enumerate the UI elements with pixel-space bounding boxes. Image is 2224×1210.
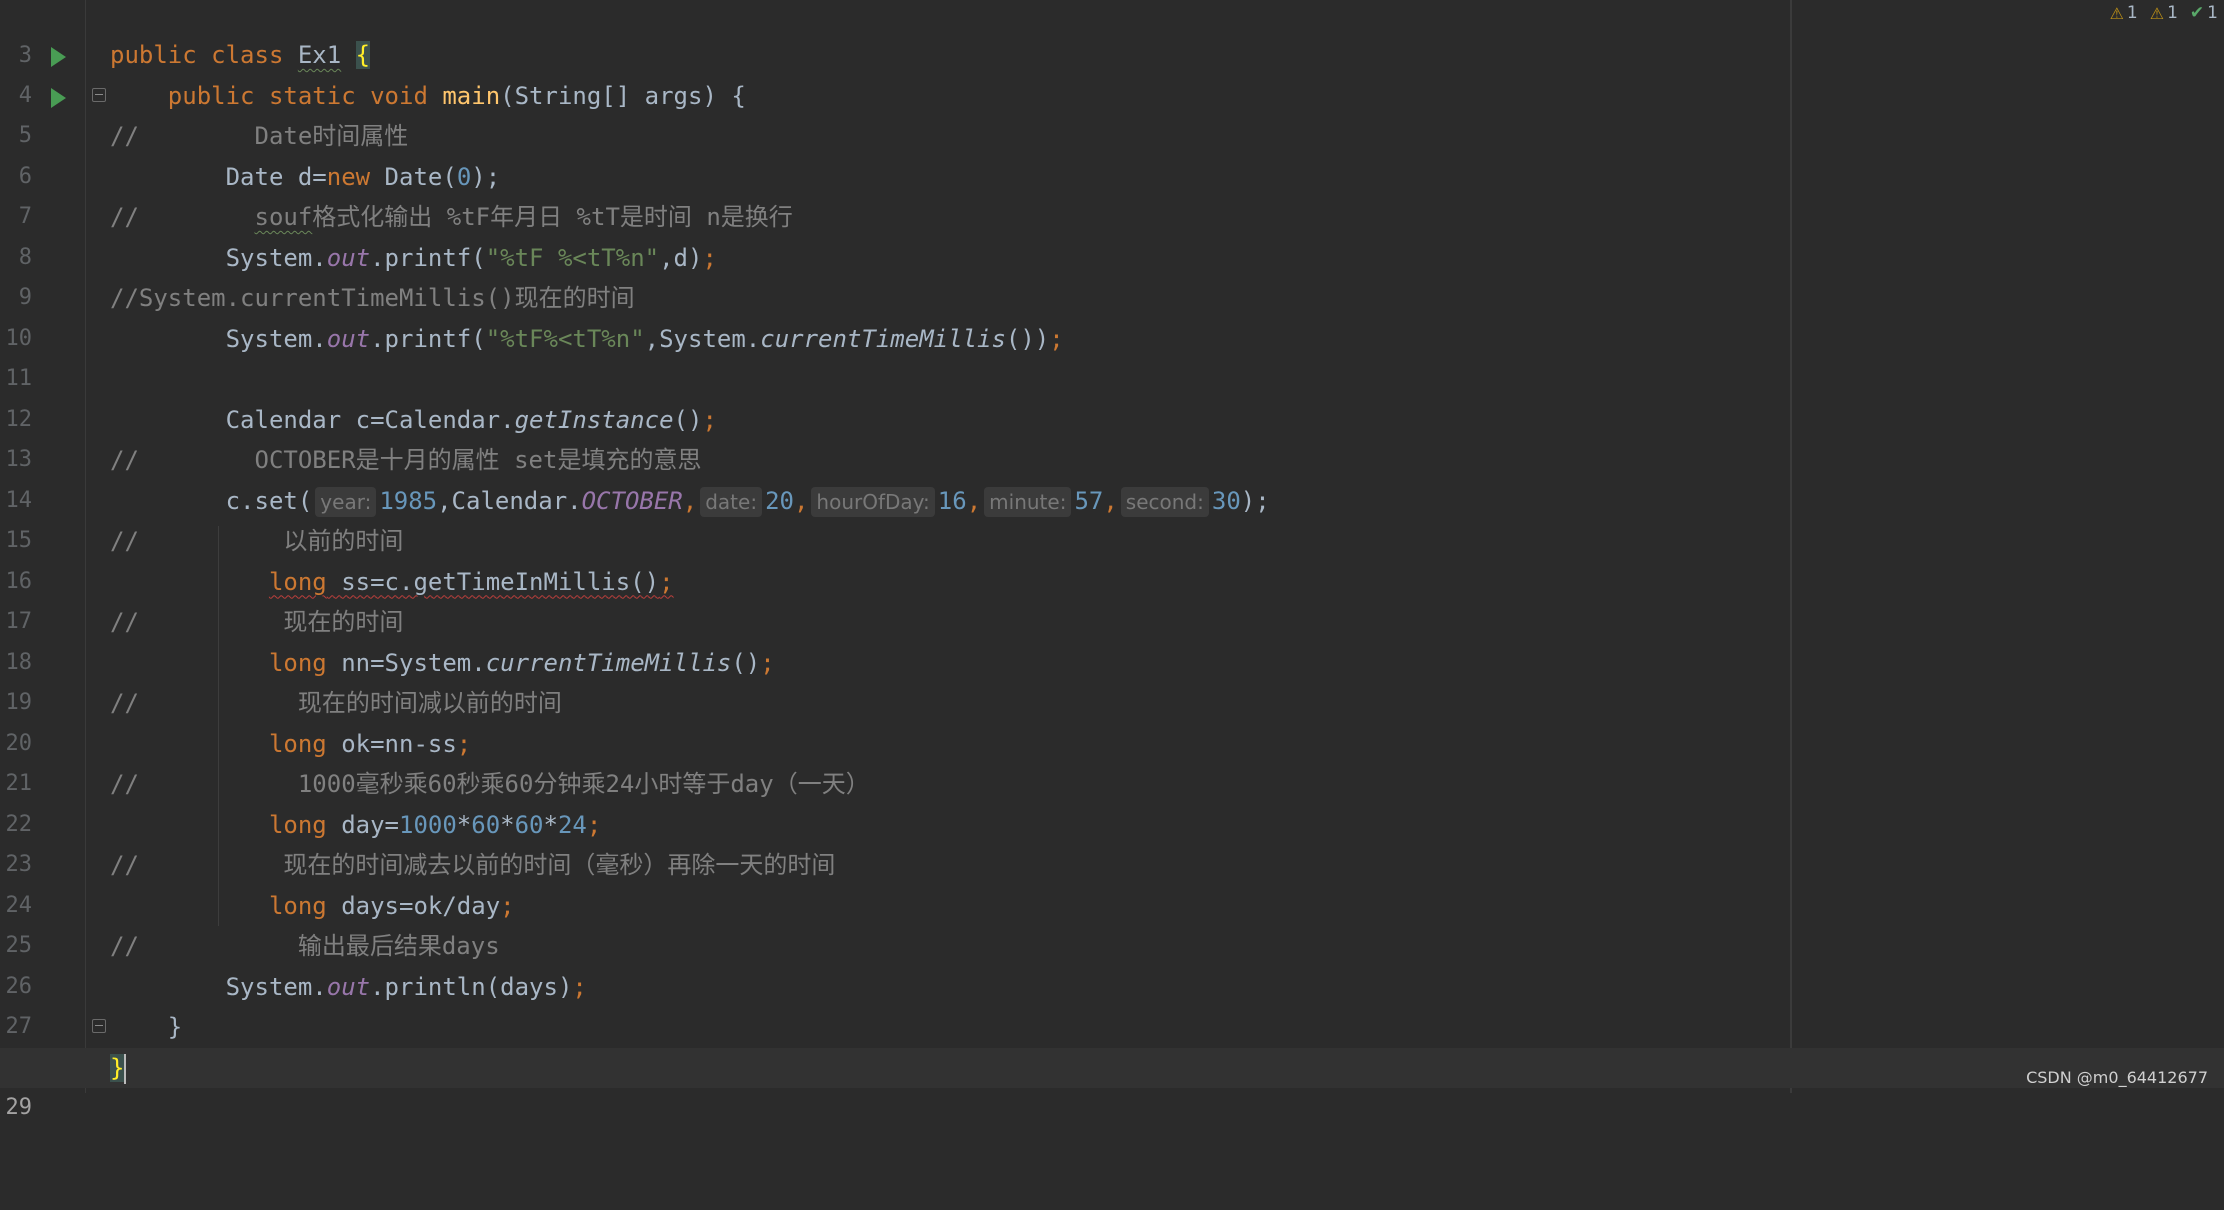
code-line[interactable]: 9 System.out.printf("%tF %<tT%n",d); xyxy=(0,238,2224,311)
code-text: public class Ex1 { xyxy=(110,41,371,69)
code-editor[interactable]: ⚠ 1 ⚠ 1 ✔ 1 3 4 public class Ex1 { 5 pub… xyxy=(0,0,2224,1120)
code-text: System.out.println(days); xyxy=(225,972,587,1001)
code-line[interactable]: 10 //System.currentTimeMillis()现在的时间 xyxy=(0,278,2224,351)
code-text: public static void main(String[] args) { xyxy=(167,81,746,110)
run-main-icon[interactable] xyxy=(51,87,66,108)
code-line[interactable]: 19 long nn=System.currentTimeMillis(); xyxy=(0,643,2224,716)
param-hint-hour: hourOfDay: xyxy=(811,486,935,517)
run-class-icon[interactable] xyxy=(51,47,66,67)
code-line[interactable]: 5 public static void main(String[] args)… xyxy=(0,76,2224,149)
comment-text: // souf格式化输出 %tF年月日 %tT是时间 n是换行 xyxy=(110,203,793,231)
code-text: } xyxy=(110,1053,127,1084)
watermark: CSDN @m0_64412677 xyxy=(2026,1068,2208,1087)
comment-text: // 1000毫秒乘60秒乘60分钟乘24小时等于day（一天） xyxy=(110,770,870,798)
code-line[interactable]: 25 long days=ok/day; xyxy=(0,886,2224,959)
code-text: long days=ok/day; xyxy=(268,891,515,920)
param-hint-year: year: xyxy=(315,486,377,517)
code-line[interactable]: 26 // 输出最后结果days xyxy=(0,926,2224,999)
code-text: c.set(year: 1985,Calendar.OCTOBER, date: 20… xyxy=(225,486,1270,517)
code-line[interactable]: 4 public class Ex1 { xyxy=(0,35,2224,108)
param-hint-second: second: xyxy=(1120,486,1209,517)
comment-text: //System.currentTimeMillis()现在的时间 xyxy=(110,284,635,312)
code-line[interactable]: 15 c.set(year: 1985,Calendar.OCTOBER, date… xyxy=(0,481,2224,553)
code-line[interactable]: 17 long ss=c.getTimeInMillis(); xyxy=(0,562,2224,635)
param-hint-minute: minute: xyxy=(984,486,1072,517)
comment-text: // OCTOBER是十月的属性 set是填充的意思 xyxy=(110,446,702,474)
code-line[interactable]: 12 xyxy=(0,359,2224,432)
current-code-line[interactable]: 29 } xyxy=(0,1047,2224,1120)
comment-text: // 以前的时间 xyxy=(110,527,404,555)
code-line[interactable]: 21 long ok=nn-ss; xyxy=(0,724,2224,797)
code-line[interactable]: 11 System.out.printf("%tF%<tT%n",System.… xyxy=(0,319,2224,392)
code-line[interactable]: 16 // 以前的时间 xyxy=(0,521,2224,594)
code-text: } xyxy=(167,1013,183,1041)
text-caret xyxy=(124,1053,127,1084)
code-line[interactable]: 3 xyxy=(0,0,2224,68)
fold-icon[interactable] xyxy=(92,87,106,102)
code-text: long ok=nn-ss; xyxy=(268,729,472,758)
code-line[interactable]: 13 Calendar c=Calendar.getInstance(); xyxy=(0,400,2224,473)
code-line[interactable]: 23 long day=1000*60*60*24; xyxy=(0,805,2224,878)
code-text: long ss=c.getTimeInMillis(); xyxy=(268,567,674,596)
code-line[interactable]: 14 // OCTOBER是十月的属性 set是填充的意思 xyxy=(0,440,2224,513)
code-text: long day=1000*60*60*24; xyxy=(268,810,602,839)
code-line[interactable]: 24 // 现在的时间减去以前的时间（毫秒）再除一天的时间 xyxy=(0,845,2224,918)
code-text: Date d=new Date(0); xyxy=(225,162,501,191)
line-number: 29 xyxy=(5,1095,33,1120)
code-line[interactable]: 6 // Date时间属性 xyxy=(0,116,2224,189)
code-text: long nn=System.currentTimeMillis(); xyxy=(268,648,775,677)
comment-text: // 现在的时间减以前的时间 xyxy=(110,689,562,717)
code-text: Calendar c=Calendar.getInstance(); xyxy=(225,405,717,434)
code-line[interactable]: 7 Date d=new Date(0); xyxy=(0,157,2224,230)
comment-text: // 现在的时间减去以前的时间（毫秒）再除一天的时间 xyxy=(110,851,836,879)
code-line[interactable]: 20 // 现在的时间减以前的时间 xyxy=(0,683,2224,756)
comment-text: // 输出最后结果days xyxy=(110,932,500,960)
code-text: System.out.printf("%tF%<tT%n",System.cur… xyxy=(225,324,1064,353)
param-hint-date: date: xyxy=(700,486,763,517)
code-line[interactable]: 27 System.out.println(days); xyxy=(0,967,2224,1040)
comment-text: // 现在的时间 xyxy=(110,608,404,636)
code-line[interactable]: 18 // 现在的时间 xyxy=(0,602,2224,675)
comment-text: // Date时间属性 xyxy=(110,122,409,150)
code-line[interactable]: 8 // souf格式化输出 %tF年月日 %tT是时间 n是换行 xyxy=(0,197,2224,270)
code-line[interactable]: 22 // 1000毫秒乘60秒乘60分钟乘24小时等于day（一天） xyxy=(0,764,2224,837)
code-line[interactable]: 28 } xyxy=(0,1007,2224,1080)
fold-end-icon[interactable] xyxy=(92,1019,106,1033)
code-text: System.out.printf("%tF %<tT%n",d); xyxy=(225,243,717,272)
